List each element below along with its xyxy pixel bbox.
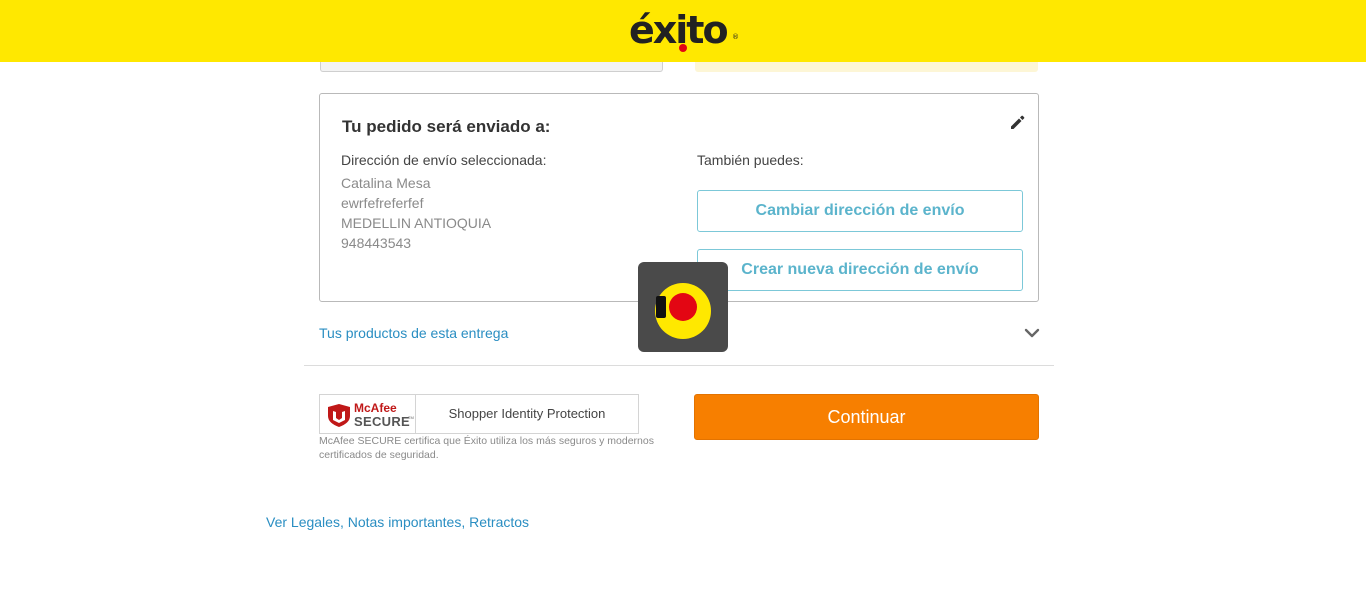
logo-dot-icon xyxy=(679,44,687,52)
loader-notch-icon xyxy=(656,296,666,318)
continue-button[interactable]: Continuar xyxy=(694,394,1039,440)
link-separator: , xyxy=(461,514,470,530)
address-street: ewrfefreferfef xyxy=(341,195,424,211)
previous-card-stub xyxy=(320,62,663,72)
logo-text: éxito xyxy=(629,8,729,52)
selected-address-label: Dirección de envío seleccionada: xyxy=(341,152,547,168)
link-separator: , xyxy=(339,514,348,530)
mcafee-name: McAfee xyxy=(354,401,397,415)
mcafee-logo: McAfee SECURE TM xyxy=(320,395,416,433)
address-city: MEDELLIN ANTIOQUIA xyxy=(341,215,492,231)
previous-notice-stub xyxy=(695,62,1038,72)
legal-links: Ver Legales, Notas importantes, Retracto… xyxy=(266,514,529,530)
section-divider xyxy=(304,365,1054,366)
mcafee-badge[interactable]: McAfee SECURE TM Shopper Identity Protec… xyxy=(319,394,639,434)
shopper-protection-label: Shopper Identity Protection xyxy=(448,406,606,421)
notes-link[interactable]: Notas importantes xyxy=(348,514,462,530)
legal-link[interactable]: Ver Legales xyxy=(266,514,340,530)
new-address-button[interactable]: Crear nueva dirección de envío xyxy=(697,249,1023,291)
mcafee-trademark: TM xyxy=(408,415,414,420)
address-name: Catalina Mesa xyxy=(341,175,431,191)
also-can-label: También puedes: xyxy=(697,152,804,168)
exito-logo[interactable]: éxito ® xyxy=(629,8,739,52)
delivery-products-link[interactable]: Tus productos de esta entrega xyxy=(319,325,508,341)
loading-overlay xyxy=(638,262,728,352)
mcafee-shield-icon xyxy=(328,404,350,427)
address-phone: 948443543 xyxy=(341,235,412,251)
loader-dot-icon xyxy=(669,293,697,321)
pencil-icon[interactable] xyxy=(1008,113,1026,131)
logo-registered-mark: ® xyxy=(732,33,739,41)
site-header: éxito ® xyxy=(0,0,1366,62)
retract-link[interactable]: Retractos xyxy=(469,514,529,530)
chevron-down-icon[interactable] xyxy=(1024,326,1040,340)
security-note: McAfee SECURE certifica que Éxito utiliz… xyxy=(319,435,654,461)
shipping-title: Tu pedido será enviado a: xyxy=(342,117,551,136)
mcafee-secure-label: SECURE xyxy=(354,414,410,429)
change-address-button[interactable]: Cambiar dirección de envío xyxy=(697,190,1023,232)
